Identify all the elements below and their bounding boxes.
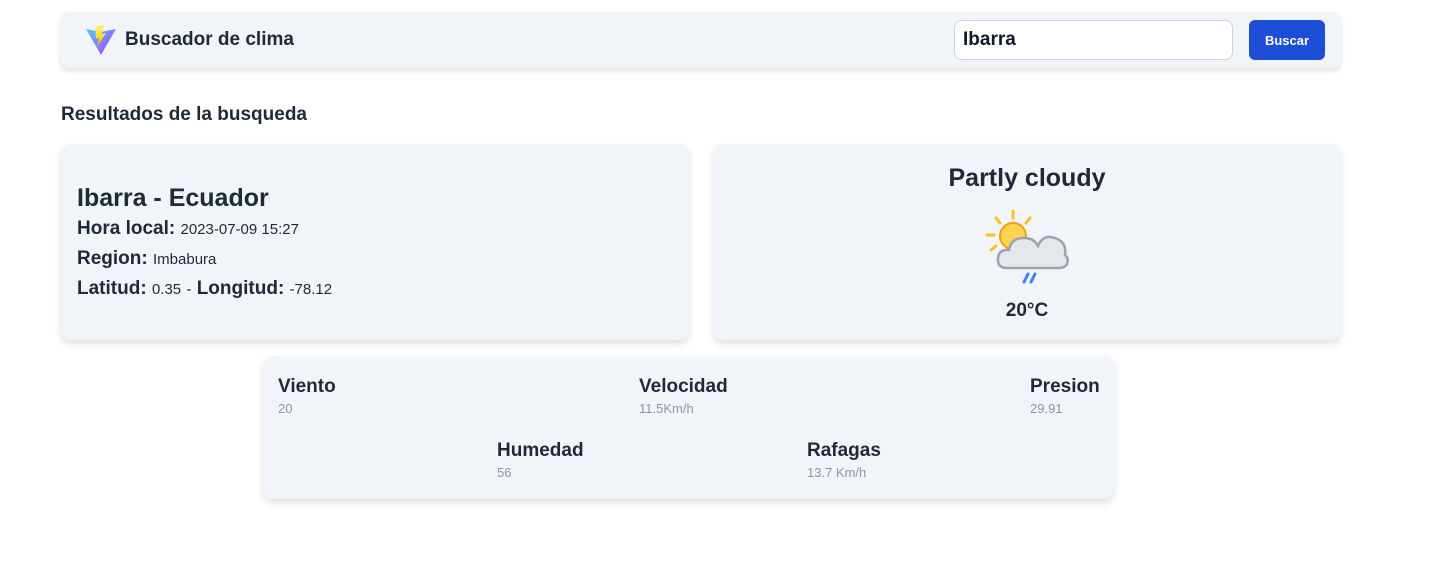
stat-rafagas: Rafagas 13.7 Km/h: [807, 440, 881, 480]
results-heading: Resultados de la busqueda: [61, 104, 307, 125]
stat-value: 11.5Km/h: [639, 401, 694, 416]
longitude-value: -78.12: [289, 281, 333, 298]
local-time-label: Hora local:: [77, 218, 176, 239]
local-time-value: 2023-07-09 15:27: [180, 221, 299, 238]
stat-label: Presion: [1030, 376, 1100, 397]
coordinate-separator: -: [186, 281, 192, 298]
vite-logo-icon: [86, 25, 116, 55]
latitude-label: Latitud:: [77, 278, 147, 299]
stat-humedad: Humedad 56: [497, 440, 584, 480]
local-time-row: Hora local: 2023-07-09 15:27: [77, 218, 299, 240]
search-button[interactable]: Buscar: [1249, 20, 1325, 60]
stat-label: Humedad: [497, 440, 584, 461]
condition-text: Partly cloudy: [948, 164, 1106, 192]
stat-value: 20: [278, 401, 293, 416]
search-input[interactable]: [954, 20, 1233, 60]
longitude-label: Longitud:: [196, 278, 285, 299]
stat-value: 29.91: [1030, 401, 1063, 416]
condition-card: Partly cloudy 20°C: [713, 144, 1341, 340]
stat-value: 13.7 Km/h: [807, 465, 867, 480]
coordinates-row: Latitud: 0.35 - Longitud: -78.12: [77, 278, 332, 300]
stat-velocidad: Velocidad 11.5Km/h: [639, 376, 728, 416]
region-label: Region:: [77, 248, 148, 269]
stat-label: Viento: [278, 376, 336, 397]
app-title: Buscador de clima: [125, 29, 294, 50]
location-card: Ibarra - Ecuador Hora local: 2023-07-09 …: [61, 144, 689, 340]
temperature: 20°C: [1005, 300, 1049, 321]
partly-cloudy-rain-icon: [985, 209, 1069, 284]
brand: Buscador de clima: [85, 24, 294, 56]
region-value: Imbabura: [153, 251, 217, 268]
stat-label: Rafagas: [807, 440, 881, 461]
stat-value: 56: [497, 465, 512, 480]
latitude-value: 0.35: [151, 281, 182, 298]
details-card: Viento 20 Velocidad 11.5Km/h Presion 29.…: [263, 356, 1114, 499]
stat-viento: Viento 20: [278, 376, 336, 416]
stat-presion: Presion 29.91: [1030, 376, 1100, 416]
navbar: Buscador de clima Buscar: [61, 12, 1341, 68]
region-row: Region: Imbabura: [77, 248, 216, 270]
stat-label: Velocidad: [639, 376, 728, 397]
location-name: Ibarra - Ecuador: [77, 184, 269, 212]
